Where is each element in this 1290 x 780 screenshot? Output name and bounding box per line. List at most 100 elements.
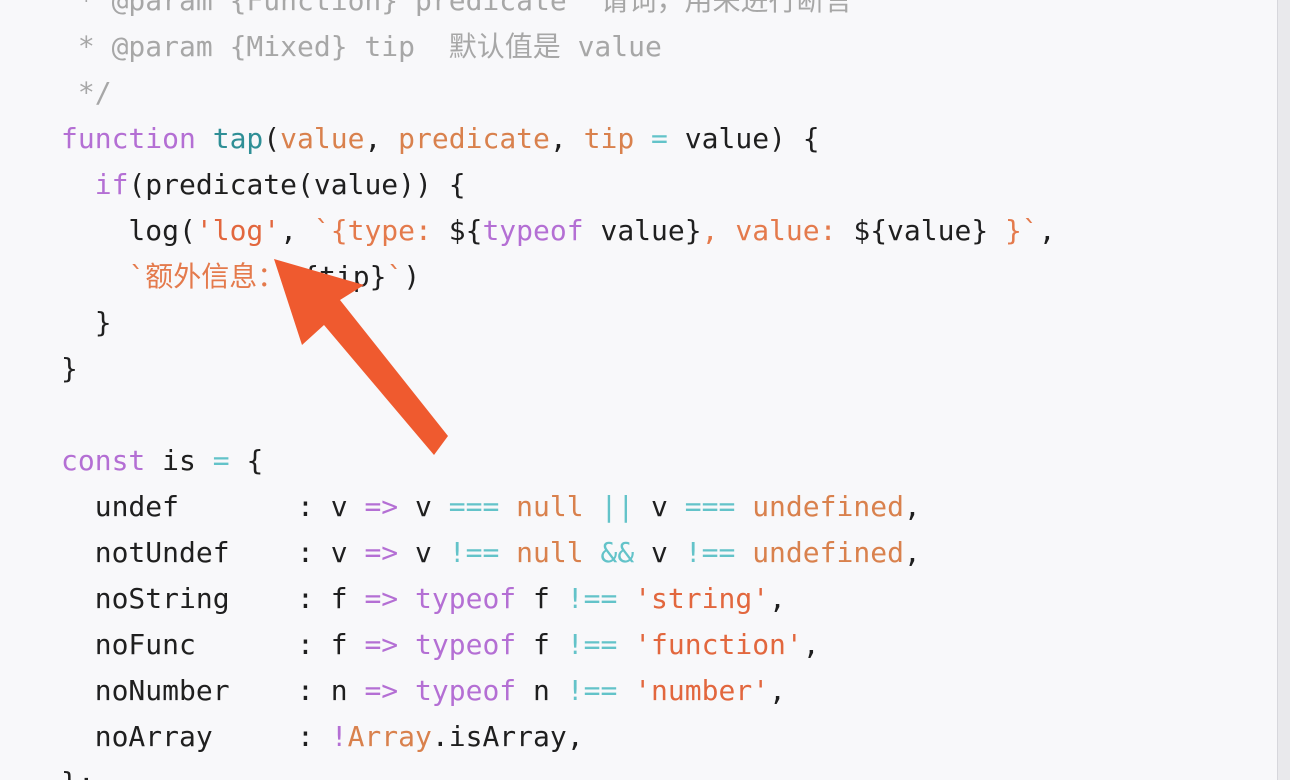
code-screenshot: * @param {Function} predicate 请词，用来进行断言 …	[0, 0, 1290, 780]
code-token: !==	[566, 674, 618, 707]
code-token: ,	[802, 628, 820, 661]
code-token: if	[94, 168, 129, 201]
code-token: tap	[212, 122, 264, 155]
code-token: noArray :	[61, 720, 331, 753]
code-token: */	[61, 76, 112, 109]
code-token: undefined	[752, 490, 904, 523]
code-token: ,	[903, 490, 921, 523]
code-token: =>	[364, 582, 399, 615]
code-token: ,	[903, 536, 921, 569]
code-token: typeof	[415, 582, 517, 615]
code-token: function	[61, 122, 196, 155]
code-token: =>	[364, 628, 399, 661]
code-token: !==	[566, 628, 618, 661]
code-token: ,	[549, 122, 584, 155]
code-token: typeof	[415, 628, 517, 661]
code-token: undef : v	[61, 490, 365, 523]
code-token: {	[229, 444, 264, 477]
code-token: ||	[600, 490, 635, 523]
code-token: !	[330, 720, 348, 753]
code-token: typeof	[482, 214, 584, 247]
code-token: 'log'	[195, 214, 281, 247]
code-token: null	[516, 490, 584, 523]
code-line: noNumber : n => typeof n !== 'number',	[61, 668, 1056, 714]
code-token: const	[61, 444, 146, 477]
code-token: }`	[988, 214, 1039, 247]
code-token: Array	[347, 720, 432, 753]
code-token: predicate	[398, 122, 550, 155]
code-line: noString : f => typeof f !== 'string',	[61, 576, 1056, 622]
code-token: };	[61, 766, 95, 780]
code-token: * @param {Mixed} tip 默认值是 value	[61, 30, 662, 63]
code-token: ,	[769, 674, 786, 707]
code-token: ,	[364, 122, 399, 155]
code-token: `{type:	[313, 214, 449, 247]
code-line: if(predicate(value)) {	[61, 162, 1056, 208]
code-token: f	[516, 628, 567, 661]
code-line: log('log', `{type: ${typeof value}, valu…	[61, 208, 1056, 254]
code-token: ${value}	[853, 214, 989, 247]
code-token: }	[61, 306, 112, 339]
code-token: `	[386, 260, 404, 293]
code-line: notUndef : v => v !== null && v !== unde…	[61, 530, 1056, 576]
code-token: .isArray,	[431, 720, 584, 753]
code-line: noArray : !Array.isArray,	[61, 714, 1056, 760]
code-token: 'number'	[634, 674, 770, 707]
code-token: )	[403, 260, 421, 293]
code-token: ,	[769, 582, 786, 615]
code-token: ${tip}	[285, 260, 387, 293]
code-block: * @param {Function} predicate 请词，用来进行断言 …	[61, 0, 1056, 780]
code-token: !==	[684, 536, 736, 569]
editor-edge	[1277, 0, 1290, 780]
code-token: ===	[448, 490, 500, 523]
code-token: =>	[364, 490, 399, 523]
code-line: `额外信息：${tip}`)	[61, 254, 1056, 300]
code-line: * @param {Function} predicate 请词，用来进行断言	[61, 0, 1056, 24]
code-token: noString : f	[61, 582, 365, 615]
code-token: v	[398, 536, 449, 569]
code-token: 'string'	[634, 582, 770, 615]
code-line: noFunc : f => typeof f !== 'function',	[61, 622, 1056, 668]
code-token: =	[212, 444, 230, 477]
code-token: ,	[280, 214, 314, 247]
code-line: }	[61, 346, 1056, 392]
code-line: }	[61, 300, 1056, 346]
code-token: tip	[583, 122, 635, 155]
code-token: 'function'	[634, 628, 803, 661]
code-token: ,	[1038, 214, 1056, 247]
code-token: f	[516, 582, 567, 615]
code-token: }	[61, 352, 78, 385]
code-token: `额外信息：	[128, 260, 286, 293]
code-token: typeof	[415, 674, 517, 707]
code-token: v	[634, 536, 685, 569]
code-token: null	[516, 536, 584, 569]
code-token: value}	[583, 214, 702, 247]
code-token: (	[263, 122, 281, 155]
code-token: noFunc : f	[61, 628, 365, 661]
code-token: v	[634, 490, 685, 523]
code-token: undefined	[752, 536, 904, 569]
code-token: * @param {Function} predicate 请词，用来进行断言	[61, 0, 853, 17]
code-line: const is = {	[61, 438, 1056, 484]
code-token: v	[398, 490, 449, 523]
code-token: !==	[566, 582, 618, 615]
code-token: is	[145, 444, 213, 477]
code-token: value	[280, 122, 365, 155]
code-line: };	[61, 760, 1056, 780]
code-line: function tap(value, predicate, tip = val…	[61, 116, 1056, 162]
